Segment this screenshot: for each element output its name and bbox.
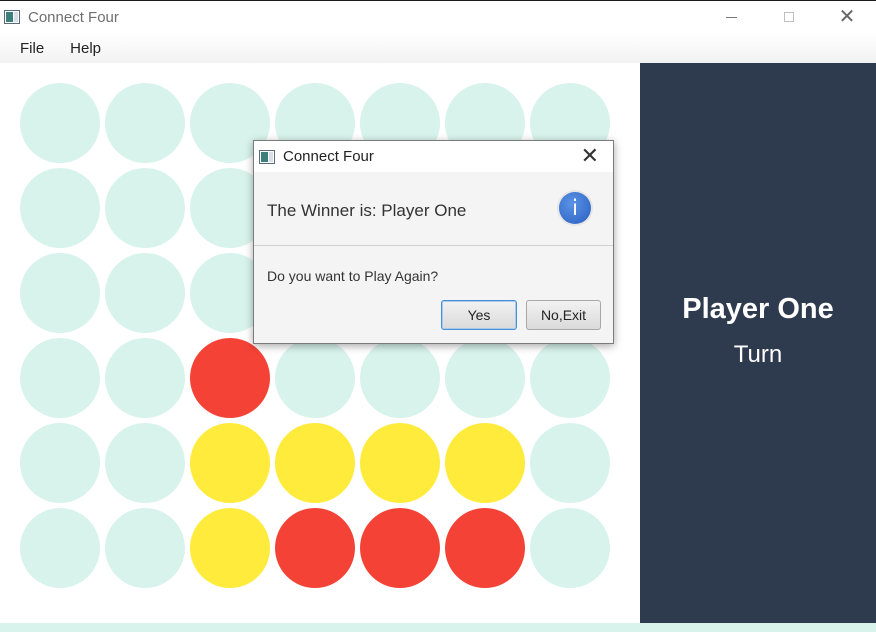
disc-yellow[interactable] <box>360 423 440 503</box>
board-slot-empty[interactable] <box>105 508 185 588</box>
dialog-title: Connect Four <box>283 148 374 165</box>
disc-yellow[interactable] <box>275 423 355 503</box>
information-icon: i <box>557 190 593 226</box>
maximize-icon <box>784 12 794 22</box>
current-player-label: Player One <box>682 293 834 325</box>
minimize-icon <box>725 16 737 18</box>
board-slot-empty[interactable] <box>20 508 100 588</box>
bottom-strip <box>0 623 876 632</box>
board-slot-empty[interactable] <box>20 83 100 163</box>
app-icon <box>4 10 20 24</box>
board-slot-empty[interactable] <box>20 253 100 333</box>
board-slot-empty[interactable] <box>530 338 610 418</box>
dialog-header: The Winner is: Player One i <box>254 172 613 246</box>
dialog-close-icon[interactable]: ✕ <box>581 145 599 167</box>
information-glyph: i <box>559 192 591 224</box>
board-slot-empty[interactable] <box>445 338 525 418</box>
board-slot-empty[interactable] <box>105 253 185 333</box>
board-slot-empty[interactable] <box>275 338 355 418</box>
disc-red[interactable] <box>275 508 355 588</box>
yes-button[interactable]: Yes <box>441 300 517 330</box>
close-icon: ✕ <box>838 6 856 28</box>
menu-bar: File Help <box>0 33 876 63</box>
disc-red[interactable] <box>360 508 440 588</box>
disc-yellow[interactable] <box>445 423 525 503</box>
winner-dialog: Connect Four ✕ The Winner is: Player One… <box>253 140 614 344</box>
window-titlebar[interactable]: Connect Four ✕ <box>0 1 876 33</box>
minimize-button[interactable] <box>702 1 760 33</box>
board-slot-empty[interactable] <box>20 423 100 503</box>
no-exit-button[interactable]: No,Exit <box>526 300 601 330</box>
play-again-prompt: Do you want to Play Again? <box>267 268 439 284</box>
board-slot-empty[interactable] <box>105 423 185 503</box>
board-slot-empty[interactable] <box>20 338 100 418</box>
menu-file[interactable]: File <box>10 40 54 57</box>
board-slot-empty[interactable] <box>105 83 185 163</box>
board-slot-empty[interactable] <box>530 423 610 503</box>
maximize-button[interactable] <box>760 1 818 33</box>
board-slot-empty[interactable] <box>530 508 610 588</box>
dialog-titlebar[interactable]: Connect Four ✕ <box>254 141 613 172</box>
dialog-app-icon <box>259 149 275 164</box>
winner-message: The Winner is: Player One <box>267 201 467 220</box>
disc-red[interactable] <box>445 508 525 588</box>
turn-label: Turn <box>733 341 783 368</box>
menu-help[interactable]: Help <box>60 40 111 57</box>
turn-panel: Player One Turn <box>640 63 876 623</box>
disc-yellow[interactable] <box>190 423 270 503</box>
board-slot-empty[interactable] <box>105 338 185 418</box>
disc-yellow[interactable] <box>190 508 270 588</box>
close-button[interactable]: ✕ <box>818 1 876 33</box>
window-title: Connect Four <box>28 8 119 26</box>
window-controls: ✕ <box>702 1 876 33</box>
disc-red[interactable] <box>190 338 270 418</box>
board-slot-empty[interactable] <box>105 168 185 248</box>
board-slot-empty[interactable] <box>20 168 100 248</box>
board-slot-empty[interactable] <box>360 338 440 418</box>
